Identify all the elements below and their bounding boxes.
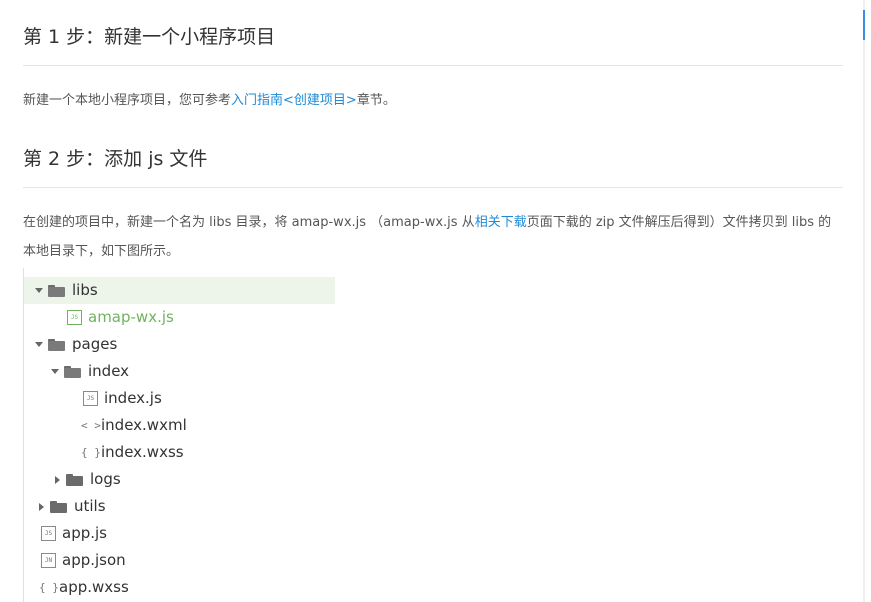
tree-item-label: index.js (104, 389, 162, 407)
tree-file-app-wxss: { } app.wxss (24, 574, 129, 601)
tree-file-amap-wx: JS amap-wx.js (24, 304, 174, 331)
tree-item-label: app.wxss (59, 578, 129, 596)
caret-right-icon (55, 475, 60, 484)
file-tree-image: libs JS amap-wx.js pages index JS index.… (23, 268, 344, 602)
step-2-text-before: 在创建的项目中，新建一个名为 libs 目录，将 amap-wx.js （ama… (23, 215, 475, 230)
tree-item-label: index.wxml (101, 416, 187, 434)
caret-down-icon (35, 342, 43, 347)
tree-item-label: logs (90, 470, 121, 488)
getting-started-link[interactable]: 入门指南<创建项目> (231, 93, 357, 108)
curly-braces-icon: { } (81, 446, 101, 459)
tree-item-label: index (88, 362, 130, 380)
tree-file-index-wxml: < > index.wxml (24, 412, 187, 439)
curly-braces-icon: { } (39, 581, 59, 594)
caret-down-icon (35, 288, 43, 293)
json-file-icon: JN (41, 553, 56, 568)
tree-item-label: libs (72, 281, 98, 299)
tree-folder-logs: logs (24, 466, 121, 493)
step-1-heading: 第 1 步：新建一个小程序项目 (23, 26, 276, 48)
tree-file-app-js: JS app.js (24, 520, 107, 547)
step-1-text-after: 章节。 (356, 93, 396, 108)
tree-folder-pages: pages (24, 331, 117, 358)
step-1-paragraph: 新建一个本地小程序项目，您可参考入门指南<创建项目>章节。 (23, 86, 396, 115)
js-file-icon: JS (83, 391, 98, 406)
js-file-icon: JS (67, 310, 82, 325)
code-brackets-icon: < > (81, 419, 101, 432)
js-file-icon: JS (41, 526, 56, 541)
tree-folder-index: index (24, 358, 129, 385)
scrollbar-thumb[interactable] (863, 10, 865, 40)
tree-file-index-js: JS index.js (24, 385, 162, 412)
divider (23, 187, 843, 188)
scrollbar-track[interactable] (863, 0, 865, 602)
folder-icon (66, 473, 83, 486)
tree-item-label: utils (74, 497, 106, 515)
step-2-heading: 第 2 步：添加 js 文件 (23, 148, 208, 170)
tree-item-label: amap-wx.js (88, 308, 174, 326)
caret-down-icon (51, 369, 59, 374)
tree-file-app-json: JN app.json (24, 547, 126, 574)
tree-item-label: app.js (62, 524, 107, 542)
tree-folder-libs: libs (24, 277, 335, 304)
caret-right-icon (39, 502, 44, 511)
tree-folder-utils: utils (24, 493, 106, 520)
tree-item-label: app.json (62, 551, 126, 569)
step-2-paragraph: 在创建的项目中，新建一个名为 libs 目录，将 amap-wx.js （ama… (23, 208, 843, 266)
related-downloads-link[interactable]: 相关下载 (475, 215, 527, 230)
tree-item-label: index.wxss (101, 443, 184, 461)
folder-open-icon (48, 338, 65, 351)
folder-open-icon (48, 284, 65, 297)
divider (23, 65, 843, 66)
step-1-text-before: 新建一个本地小程序项目，您可参考 (23, 93, 232, 108)
folder-open-icon (64, 365, 81, 378)
tree-file-index-wxss: { } index.wxss (24, 439, 184, 466)
folder-icon (50, 500, 67, 513)
tree-item-label: pages (72, 335, 118, 353)
